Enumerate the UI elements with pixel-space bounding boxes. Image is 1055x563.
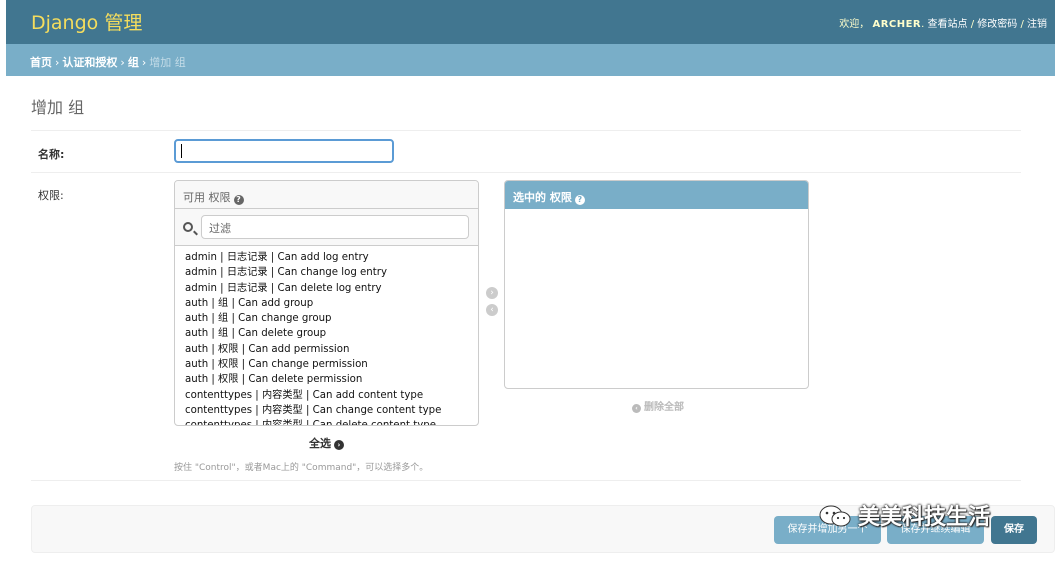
choose-all-link[interactable]: 全选 ›	[309, 435, 344, 451]
permission-option[interactable]: admin | 日志记录 | Can change log entry	[185, 265, 478, 280]
arrow-left-icon: ‹	[632, 404, 641, 413]
view-site-link[interactable]: 查看站点	[928, 19, 968, 30]
question-icon[interactable]: ?	[574, 195, 585, 205]
text-caret	[181, 144, 182, 158]
filter-row: 过滤	[175, 209, 478, 246]
breadcrumb-model[interactable]: 组	[128, 56, 139, 69]
wechat-icon	[819, 505, 851, 527]
welcome-text: 欢迎，	[839, 19, 870, 30]
permission-option[interactable]: contenttypes | 内容类型 | Can add content ty…	[185, 388, 478, 403]
permission-option[interactable]: contenttypes | 内容类型 | Can delete content…	[185, 418, 478, 425]
name-label: 名称:	[38, 148, 65, 161]
clear-all-label: 删除全部	[644, 402, 684, 413]
chosen-options-list[interactable]	[505, 209, 808, 213]
breadcrumb-current: 增加 组	[149, 56, 186, 69]
arrow-right-icon: ›	[334, 440, 344, 450]
separator: /	[970, 19, 975, 30]
name-field[interactable]	[174, 139, 394, 163]
separator: /	[1020, 19, 1024, 30]
permission-option[interactable]: auth | 组 | Can change group	[185, 311, 478, 326]
choose-all-label: 全选	[309, 437, 331, 450]
user-tools: 欢迎， ARCHER. 查看站点 / 修改密码 / 注销	[839, 19, 1047, 30]
permission-option[interactable]: auth | 权限 | Can add permission	[185, 342, 478, 357]
watermark: 美美科技生活	[818, 499, 990, 535]
permission-option[interactable]: auth | 组 | Can add group	[185, 296, 478, 311]
search-icon	[183, 222, 193, 232]
chosen-title: 选中的 权限	[513, 191, 572, 204]
logout-link[interactable]: 注销	[1027, 19, 1047, 30]
permission-option[interactable]: admin | 日志记录 | Can add log entry	[185, 250, 478, 265]
divider	[31, 172, 1021, 173]
chosen-header: 选中的 权限?	[505, 181, 808, 209]
username: ARCHER	[872, 19, 922, 30]
chosen-permissions-selector: 选中的 权限?	[504, 180, 809, 389]
available-permissions-selector: 可用 权限? 过滤 admin | 日志记录 | Can add log ent…	[174, 180, 479, 426]
available-header: 可用 权限?	[175, 181, 478, 209]
breadcrumb-separator: ›	[120, 56, 125, 69]
divider	[31, 480, 1021, 481]
filter-input[interactable]: 过滤	[201, 215, 469, 239]
permission-option[interactable]: auth | 权限 | Can change permission	[185, 357, 478, 372]
breadcrumb-home[interactable]: 首页	[30, 56, 52, 69]
breadcrumb: 首页 › 认证和授权 › 组 › 增加 组	[6, 44, 1055, 76]
remove-arrow-icon[interactable]: ‹	[486, 304, 498, 316]
divider	[31, 130, 1021, 131]
watermark-text: 美美科技生活	[858, 505, 991, 530]
clear-all-link[interactable]: ‹ 删除全部	[632, 398, 684, 413]
help-text: 按住 "Control"，或者Mac上的 "Command"，可以选择多个。	[174, 463, 429, 473]
breadcrumb-separator: ›	[141, 56, 147, 69]
permission-option[interactable]: auth | 组 | Can delete group	[185, 326, 478, 341]
available-title: 可用 权限	[183, 191, 231, 204]
permission-option[interactable]: admin | 日志记录 | Can delete log entry	[185, 281, 478, 296]
save-button[interactable]: 保存	[991, 516, 1037, 544]
site-brand[interactable]: Django 管理	[31, 8, 142, 35]
page-title: 增加 组	[31, 98, 85, 117]
breadcrumb-app[interactable]: 认证和授权	[62, 56, 117, 69]
question-icon[interactable]: ?	[233, 195, 244, 205]
add-arrow-icon[interactable]: ›	[486, 287, 498, 299]
available-options-list[interactable]: admin | 日志记录 | Can add log entry admin | …	[175, 246, 478, 425]
change-password-link[interactable]: 修改密码	[977, 19, 1017, 30]
breadcrumb-separator: ›	[55, 56, 60, 69]
permission-option[interactable]: contenttypes | 内容类型 | Can change content…	[185, 403, 478, 418]
permissions-label: 权限:	[38, 189, 64, 202]
header: Django 管理 欢迎， ARCHER. 查看站点 / 修改密码 / 注销	[6, 0, 1055, 44]
permission-option[interactable]: auth | 权限 | Can delete permission	[185, 372, 478, 387]
